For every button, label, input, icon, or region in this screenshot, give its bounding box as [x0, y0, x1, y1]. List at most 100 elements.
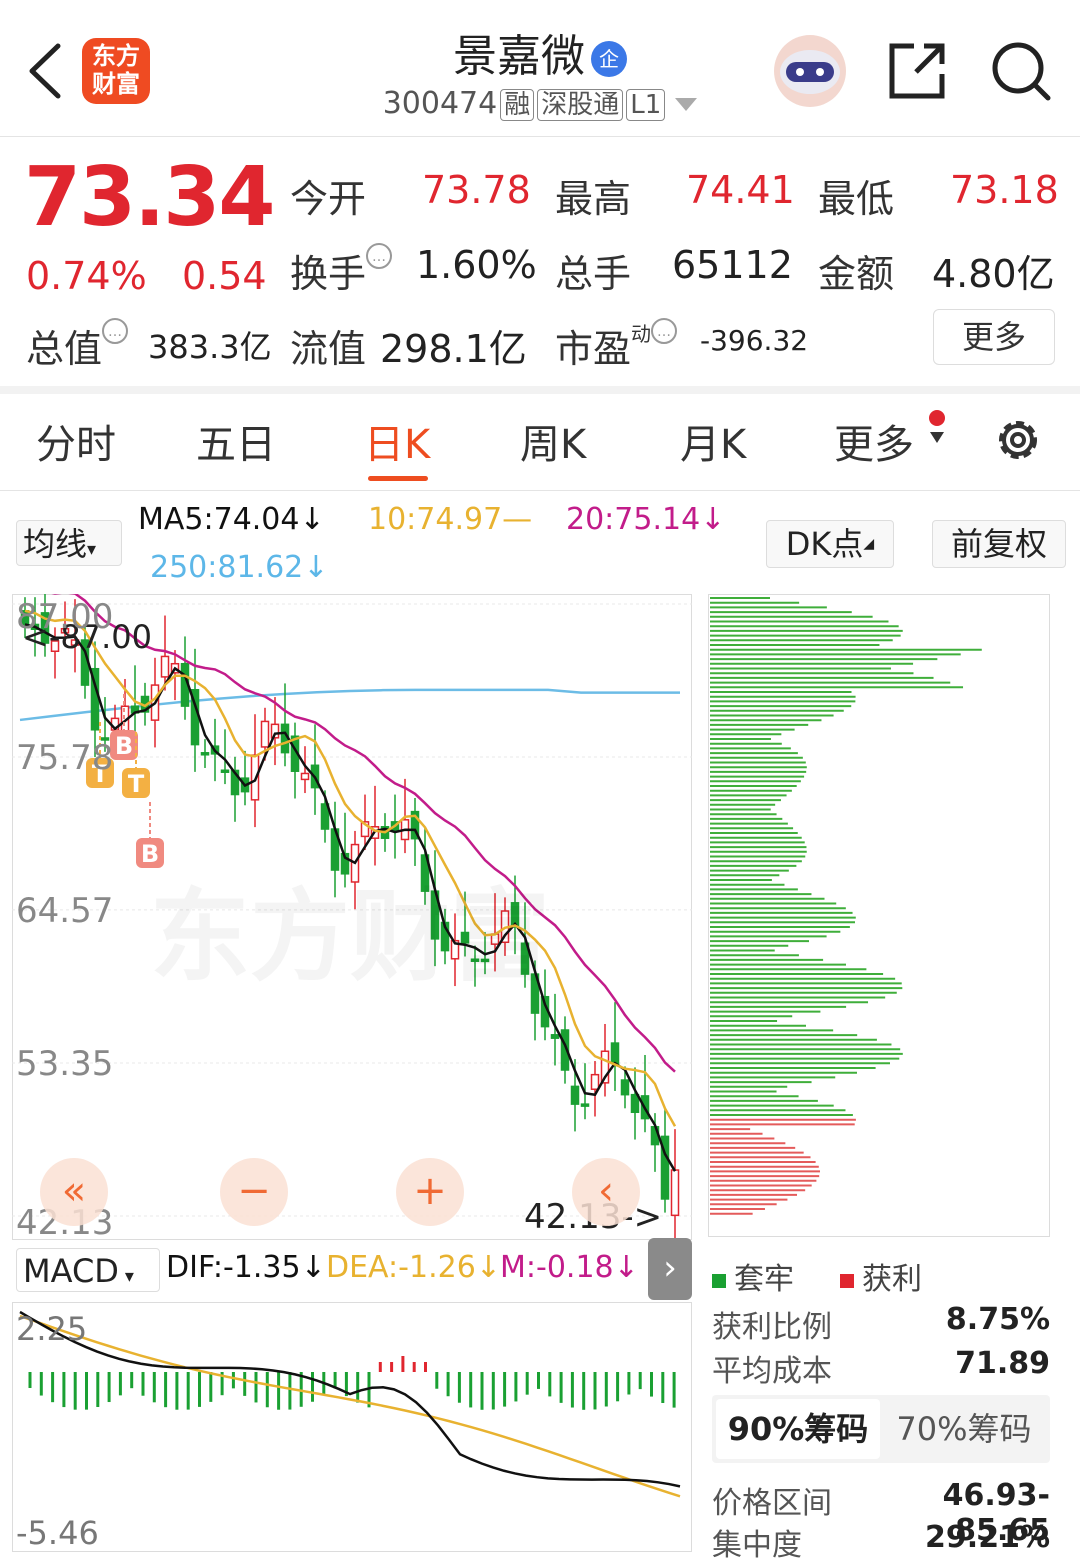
section-gap	[0, 386, 1080, 394]
candle-body	[580, 1103, 590, 1107]
info-icon[interactable]: …	[366, 243, 393, 269]
gear-icon[interactable]	[992, 414, 1044, 466]
tabs-divider	[0, 490, 1080, 491]
concentration-label: 集中度	[712, 1528, 802, 1563]
candle-body	[590, 1073, 600, 1090]
legend-profit: 获利	[840, 1254, 922, 1298]
search-icon[interactable]	[990, 40, 1052, 102]
header-divider	[0, 136, 1080, 137]
expand-panel-button[interactable]: ›	[648, 1238, 692, 1300]
share-icon[interactable]	[886, 40, 948, 102]
ma20-value: 20:75.14↓	[566, 502, 726, 537]
price-range-label: 价格区间	[712, 1486, 832, 1521]
candle-body	[550, 1034, 560, 1039]
ma10-value: 10:74.97—	[368, 502, 533, 537]
ai-assistant-icon[interactable]	[770, 34, 850, 108]
adjust-button[interactable]: 前复权	[932, 520, 1066, 568]
change-amount: 0.54	[182, 254, 267, 298]
info-icon[interactable]: …	[102, 318, 129, 344]
tag-level: L1	[626, 89, 666, 121]
y-tick-label: 53.35	[16, 1044, 113, 1084]
macd-ybottom: -5.46	[16, 1514, 99, 1552]
dk-point-button[interactable]: DK点◢	[766, 520, 894, 568]
float-label: 流值	[290, 327, 367, 371]
pe-value: -396.32	[700, 324, 809, 357]
signal-label: B	[115, 732, 133, 760]
profit-ratio-label: 获利比例	[712, 1310, 832, 1345]
turnover-label: 换手…	[290, 243, 393, 298]
tab-five-day[interactable]: 五日	[196, 412, 276, 470]
tab-chip-90[interactable]: 90%筹码	[716, 1399, 880, 1459]
y-tick-label: 64.57	[16, 891, 113, 931]
mcap-value: 383.3亿	[148, 328, 272, 366]
tab-chip-70[interactable]: 70%筹码	[880, 1399, 1048, 1459]
zoom-in-button[interactable]: +	[396, 1158, 464, 1226]
stock-name: 景嘉微	[453, 31, 585, 82]
macd-select[interactable]: MACD ▾	[16, 1248, 160, 1292]
candle-body	[160, 655, 170, 678]
chevron-down-icon[interactable]	[675, 98, 698, 111]
turnover-value: 1.60%	[416, 243, 537, 287]
info-icon[interactable]: …	[651, 318, 678, 344]
concentration-value: 29.21%	[925, 1520, 1050, 1555]
low-value: 73.18	[950, 168, 1059, 212]
last-price: 73.34	[24, 150, 275, 245]
tab-daily-k[interactable]: 日K	[364, 412, 430, 470]
tag-margin: 融	[500, 89, 535, 121]
open-value: 73.78	[422, 168, 531, 212]
high-value: 74.41	[686, 168, 795, 212]
active-tab-indicator	[368, 476, 428, 481]
amount-value: 4.80亿	[932, 252, 1055, 296]
y-tick-label: 75.78	[16, 738, 113, 778]
watermark: 东方财富	[150, 855, 550, 1000]
more-quote-button[interactable]: 更多	[933, 309, 1055, 365]
zoom-out-button[interactable]: −	[220, 1158, 288, 1226]
profit-ratio-value: 8.75%	[945, 1302, 1050, 1337]
y-tick-label: 87.00	[16, 597, 113, 637]
candle-body	[620, 1079, 630, 1096]
scroll-left-button[interactable]: «	[40, 1158, 108, 1226]
candle-body	[300, 772, 310, 781]
chip-distribution-chart	[708, 594, 1050, 1237]
change-percent: 0.74%	[26, 254, 147, 298]
enterprise-badge: 企	[591, 41, 627, 77]
high-label: 最高	[555, 177, 632, 221]
legend-trapped: 套牢	[712, 1254, 794, 1298]
tab-weekly-k[interactable]: 周K	[520, 412, 586, 470]
dea-value: DEA:-1.26↓	[326, 1250, 501, 1285]
candle-body	[220, 769, 230, 773]
step-left-button[interactable]: ‹	[572, 1158, 640, 1226]
macd-ytop: 2.25	[16, 1310, 88, 1348]
m-value: M:-0.18↓	[500, 1250, 639, 1285]
avg-cost-label: 平均成本	[712, 1354, 832, 1389]
candle-body	[630, 1093, 640, 1114]
ma-select[interactable]: 均线▾	[16, 520, 122, 566]
signal-label: T	[128, 770, 145, 798]
candle-body	[200, 752, 210, 756]
dif-value: DIF:-1.35↓	[166, 1250, 326, 1285]
open-label: 今开	[290, 177, 367, 221]
stock-code: 300474	[382, 86, 498, 121]
ma5-value: MA5:74.04↓	[138, 502, 325, 537]
candle-body	[610, 1042, 620, 1065]
candle-body	[260, 720, 270, 748]
float-value: 298.1亿	[380, 327, 527, 371]
mcap-label: 总值…	[26, 318, 129, 373]
candle-body	[670, 1169, 680, 1217]
avg-cost-value: 71.89	[955, 1346, 1050, 1381]
candle-body	[570, 1085, 580, 1105]
ma250-value: 250:81.62↓	[150, 550, 329, 585]
macd-chart[interactable]	[12, 1302, 692, 1552]
small-caret-icon	[930, 432, 944, 443]
tab-intraday[interactable]: 分时	[36, 412, 116, 470]
notification-dot	[929, 410, 945, 426]
tag-connect: 深股通	[537, 89, 624, 121]
tab-monthly-k[interactable]: 月K	[680, 412, 746, 470]
pe-sup: 动	[631, 322, 652, 346]
pe-label: 市盈动…	[555, 318, 678, 373]
low-label: 最低	[818, 177, 895, 221]
volume-value: 65112	[672, 243, 793, 287]
amount-label: 金额	[818, 252, 895, 296]
volume-label: 总手	[555, 252, 632, 296]
tab-more[interactable]: 更多	[834, 412, 914, 470]
